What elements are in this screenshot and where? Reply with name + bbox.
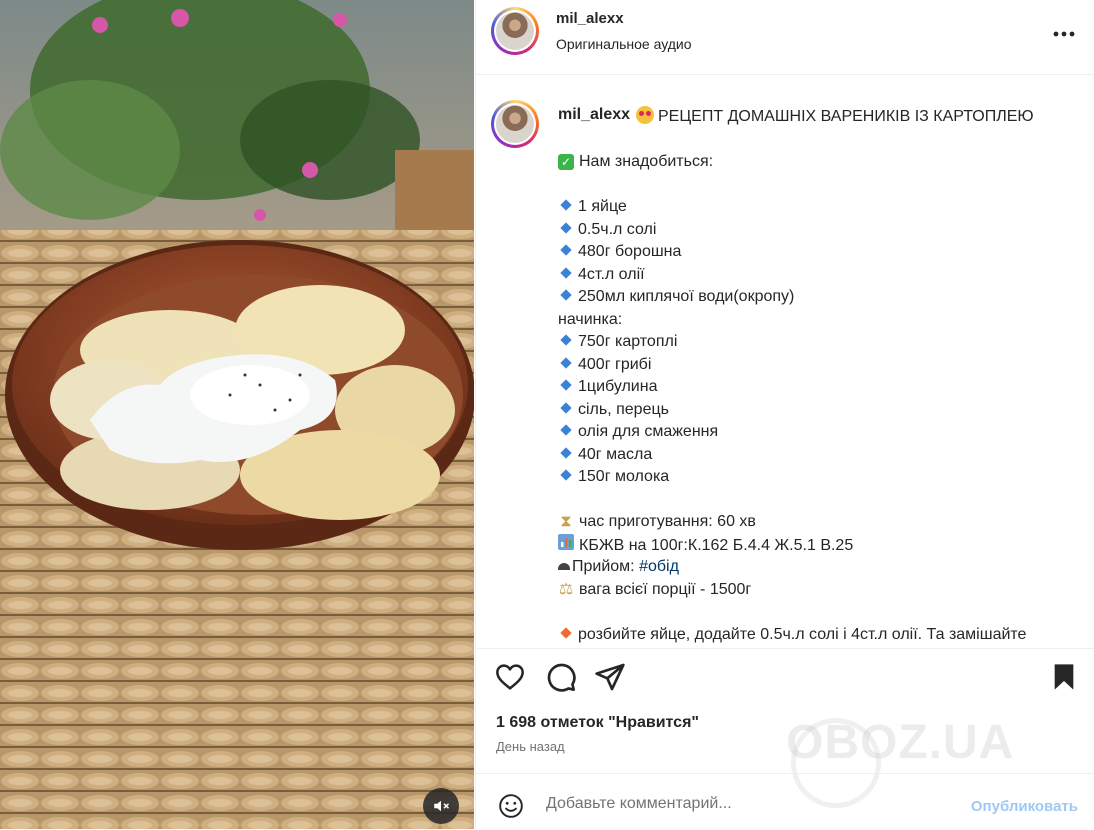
kbzhv-info: КБЖВ на 100г:К.162 Б.4.4 Ж.5.1 В.25 xyxy=(579,536,854,554)
blue-diamond-icon xyxy=(560,401,572,414)
ingredient-item: 1 яйце xyxy=(578,198,627,215)
ingredient-item: 150г молока xyxy=(578,468,670,485)
comment-input[interactable] xyxy=(544,794,908,814)
more-horizontal-icon xyxy=(1053,31,1075,37)
portion-weight: вага всієї порції - 1500г xyxy=(579,580,752,598)
caption-area: mil_alexx РЕЦЕПТ ДОМАШНІХ ВАРЕНИКІВ ІЗ К… xyxy=(476,75,1094,647)
blue-diamond-icon xyxy=(560,356,572,369)
emoji-button[interactable] xyxy=(498,793,524,824)
header-username[interactable]: mil_alexx xyxy=(556,10,624,27)
recipe-step: розбийте яйце, додайте 0.5ч.л солі і 4ст… xyxy=(578,625,1027,643)
hourglass-icon: ⧗ xyxy=(560,513,572,530)
like-button[interactable] xyxy=(494,661,526,693)
ingredient-item: 1цибулина xyxy=(578,378,658,395)
post-header: mil_alexx Оригинальное аудио xyxy=(476,0,1094,75)
header-avatar[interactable] xyxy=(491,7,539,55)
ingredient-item: 0.5ч.л солі xyxy=(578,220,657,238)
ingredient-item: олія для смаження xyxy=(578,423,719,440)
scales-icon: ⚖ xyxy=(558,580,574,598)
likes-count[interactable]: 1 698 отметок "Нравится" xyxy=(496,714,699,732)
blue-diamond-icon xyxy=(560,334,572,346)
heart-icon xyxy=(496,664,524,690)
cloche-icon xyxy=(558,563,570,570)
ingredient-item: 4ст.л олії xyxy=(578,265,645,283)
orange-diamond-icon xyxy=(560,626,572,639)
blue-diamond-icon xyxy=(560,199,572,211)
post-media[interactable] xyxy=(0,0,474,829)
blue-diamond-icon xyxy=(560,221,572,234)
comment-icon xyxy=(547,663,576,692)
smiley-icon xyxy=(499,794,523,818)
ingredient-item: сіль, перець xyxy=(578,400,669,418)
caption-title: РЕЦЕПТ ДОМАШНІХ ВАРЕНИКІВ ІЗ КАРТОПЛЕЮ xyxy=(636,106,1034,126)
cook-time: час приготування: 60 хв xyxy=(579,513,756,530)
bookmark-filled-icon xyxy=(1054,664,1074,690)
more-options-button[interactable] xyxy=(1052,22,1076,46)
ingredient-item: 40г масла xyxy=(578,445,653,463)
ingredient-item: 480г борошна xyxy=(578,243,682,260)
caption-avatar[interactable] xyxy=(491,100,539,148)
blue-diamond-icon xyxy=(560,379,572,391)
blue-diamond-icon xyxy=(560,424,572,436)
ingredient-item: 400г грибі xyxy=(578,355,652,373)
meal-hashtag-link[interactable]: #обід xyxy=(639,558,679,575)
publish-button[interactable]: Опубликовать xyxy=(971,798,1078,815)
comment-bar: Опубликовать xyxy=(476,773,1094,830)
meal-prefix: Прийом: xyxy=(572,558,635,575)
post-timestamp[interactable]: День назад xyxy=(496,739,565,754)
paper-plane-icon xyxy=(595,663,625,691)
watermark: OBOZ.UA xyxy=(786,716,1015,769)
blue-diamond-icon xyxy=(560,289,572,301)
blue-diamond-icon xyxy=(560,469,572,481)
caption-body: ✓ Нам знадобиться: 1 яйце 0.5ч.л солі 480… xyxy=(558,151,1026,646)
ingredient-item: 750г картоплі xyxy=(578,333,678,350)
heart-eyes-emoji-icon xyxy=(636,106,654,124)
ingredient-item: 250мл киплячої води(окропу) xyxy=(578,288,795,305)
comment-button[interactable] xyxy=(545,661,577,693)
share-button[interactable] xyxy=(594,661,626,693)
blue-diamond-icon xyxy=(560,446,572,459)
caption-username[interactable]: mil_alexx xyxy=(558,106,630,124)
blue-diamond-icon xyxy=(560,244,572,256)
audio-label[interactable]: Оригинальное аудио xyxy=(556,36,692,52)
save-button[interactable] xyxy=(1048,661,1080,693)
filling-label: начинка: xyxy=(558,310,623,328)
check-mark-icon: ✓ xyxy=(558,154,574,170)
post-image xyxy=(0,0,474,829)
bar-chart-icon xyxy=(558,533,574,558)
post-panel: mil_alexx Оригинальное аудио mil_alexx Р… xyxy=(475,0,1094,829)
caption-title-text: РЕЦЕПТ ДОМАШНІХ ВАРЕНИКІВ ІЗ КАРТОПЛЕЮ xyxy=(658,108,1034,125)
action-bar xyxy=(476,648,1094,709)
speaker-muted-icon xyxy=(434,800,450,812)
mute-button[interactable] xyxy=(423,788,459,824)
blue-diamond-icon xyxy=(560,266,572,279)
need-label: Нам знадобиться: xyxy=(579,153,714,170)
